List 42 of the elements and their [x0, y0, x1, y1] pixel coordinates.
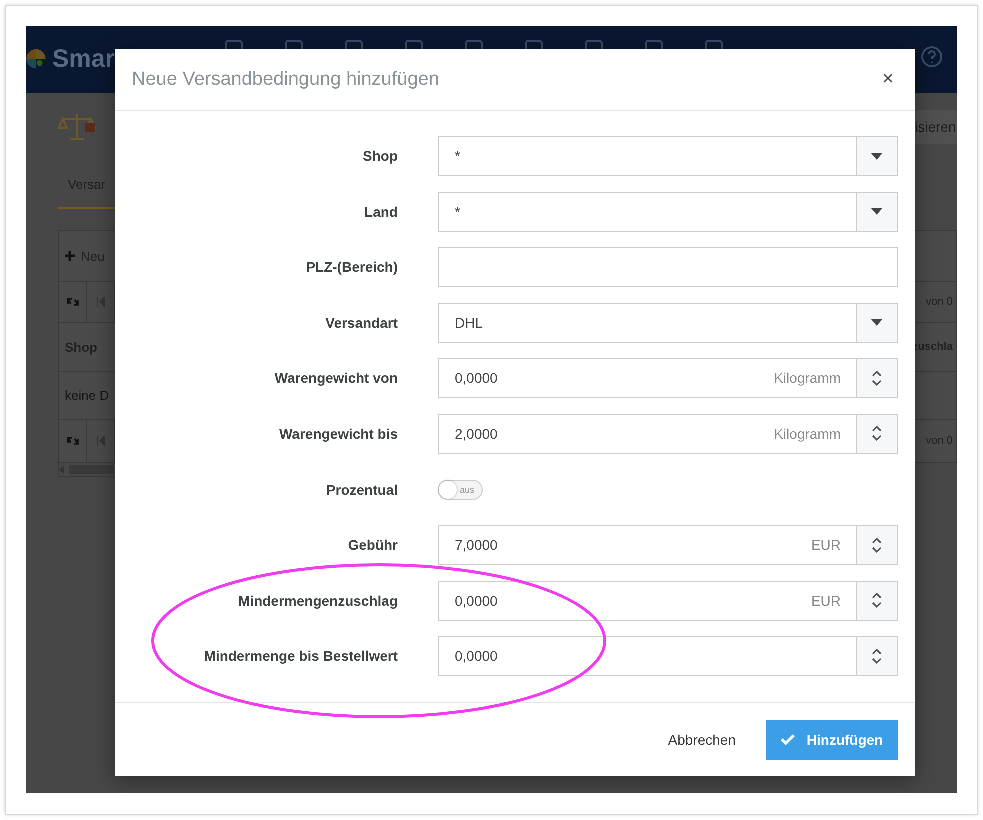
- select-field[interactable]: DHL: [438, 302, 898, 343]
- field-label: Mindermengenzuschlag: [238, 592, 398, 609]
- field-label: Gebühr: [347, 537, 398, 554]
- dialog-title: Neue Versandbedingung hinzufügen: [132, 68, 440, 90]
- unit-label: Kilogramm: [774, 369, 842, 388]
- select-field[interactable]: *: [438, 192, 898, 232]
- unit-label: EUR: [811, 592, 842, 611]
- chevron-down-icon[interactable]: [872, 602, 882, 608]
- select-field[interactable]: *: [438, 136, 898, 176]
- unit-label: EUR: [811, 536, 842, 556]
- scrollbar-thumb[interactable]: [69, 465, 114, 474]
- number-field[interactable]: 0,0000 Kilogramm: [438, 358, 898, 398]
- unit-label: Kilogramm: [774, 424, 842, 444]
- field-label: PLZ-(Bereich): [305, 259, 398, 276]
- chevron-up-icon[interactable]: [872, 538, 882, 544]
- close-button[interactable]: ×: [878, 68, 898, 91]
- field-label: Warengewicht von: [274, 370, 398, 386]
- chevron-down-icon[interactable]: [872, 435, 882, 442]
- field-label: Versandart: [324, 314, 398, 331]
- chevron-up-icon[interactable]: [872, 426, 882, 432]
- field-label: Mindermenge bis Bestellwert: [203, 648, 398, 664]
- chevron-down-icon[interactable]: [872, 380, 882, 386]
- input-field[interactable]: [438, 247, 898, 288]
- field-label: Shop: [362, 148, 398, 164]
- chevron-up-icon[interactable]: [872, 648, 882, 655]
- caret-down-icon: [871, 319, 883, 326]
- field-label: Prozentual: [325, 482, 398, 498]
- number-field[interactable]: 0,0000: [438, 636, 898, 676]
- number-field[interactable]: 7,0000 EUR: [438, 525, 898, 566]
- check-icon: [780, 734, 795, 745]
- caret-down-icon: [871, 208, 883, 216]
- cancel-button[interactable]: Abbrechen: [662, 730, 742, 748]
- number-field[interactable]: 0,0000 EUR: [438, 580, 898, 621]
- chevron-down-icon[interactable]: [872, 658, 882, 664]
- chevron-down-icon[interactable]: [872, 546, 882, 553]
- chevron-up-icon[interactable]: [872, 593, 882, 600]
- chevron-up-icon[interactable]: [872, 370, 882, 377]
- field-label: Warengewicht bis: [278, 426, 398, 442]
- field-label: Land: [364, 204, 398, 220]
- caret-down-icon: [871, 152, 883, 160]
- brand-name: Smar: [52, 44, 115, 74]
- number-field[interactable]: 2,0000 Kilogramm: [438, 414, 898, 454]
